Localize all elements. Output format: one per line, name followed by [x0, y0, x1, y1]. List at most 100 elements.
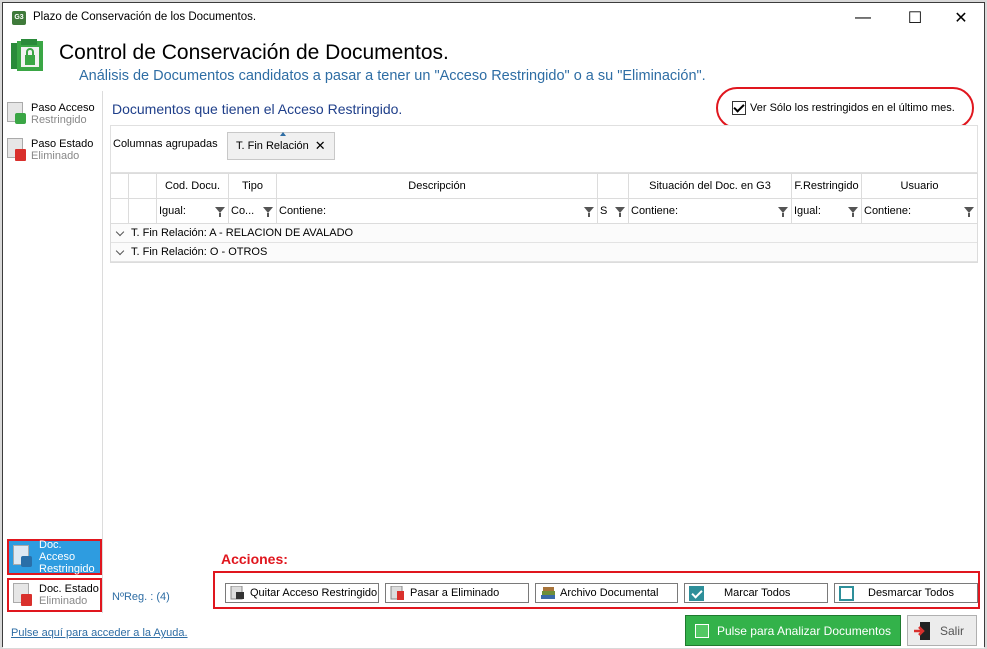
filter-cell: [129, 199, 157, 223]
sidebar-item-doc-acceso[interactable]: Doc. Acceso Restringido: [7, 539, 102, 575]
button-label: Salir: [940, 623, 965, 638]
filter-icon[interactable]: [615, 207, 625, 217]
column-header-cod-docu[interactable]: Cod. Docu.: [157, 174, 229, 198]
checkbox-label: Ver Sólo los restringidos en el último m…: [750, 102, 955, 114]
button-label: Archivo Documental: [560, 587, 659, 599]
column-header-situacion[interactable]: Situación del Doc. en G3: [629, 174, 792, 198]
filter-s[interactable]: S: [598, 199, 629, 223]
group-panel: Columnas agrupadas T. Fin Relación ✕: [110, 125, 978, 173]
main-window: G3 Plazo de Conservación de los Document…: [2, 2, 986, 648]
filter-icon[interactable]: [263, 207, 273, 217]
filter-cod-docu[interactable]: Igual:: [157, 199, 229, 223]
filter-operator: Co...: [231, 205, 255, 217]
sidebar-item-label: Doc. Acceso: [39, 539, 76, 563]
filter-descripcion[interactable]: Contiene:: [277, 199, 598, 223]
filter-tipo[interactable]: Co...: [229, 199, 277, 223]
window-title: Plazo de Conservación de los Documentos.: [33, 11, 257, 23]
exit-door-icon: [914, 621, 930, 640]
filter-situacion[interactable]: Contiene:: [629, 199, 792, 223]
maximize-button[interactable]: ☐: [892, 3, 938, 33]
filter-cell: [111, 199, 129, 223]
column-header-descripcion[interactable]: Descripción: [277, 174, 598, 198]
deselect-all-button[interactable]: Desmarcar Todos: [834, 583, 978, 603]
button-label: Pasar a Eliminado: [410, 587, 500, 599]
filter-icon[interactable]: [778, 207, 788, 217]
actions-toolbar: Quitar Acceso Restringido Pasar a Elimin…: [213, 571, 980, 609]
actions-label: Acciones:: [221, 551, 288, 567]
sort-asc-icon: [280, 132, 286, 136]
document-trash-icon: [7, 138, 27, 162]
sidebar-item-sublabel: Restringido: [39, 563, 95, 575]
sidebar-item-label: Paso Estado: [31, 138, 94, 150]
column-header-tipo[interactable]: Tipo: [229, 174, 277, 198]
checkbox-checked-icon: [689, 585, 704, 601]
button-label: Desmarcar Todos: [868, 587, 954, 599]
group-row[interactable]: T. Fin Relación: A - RELACION DE AVALADO: [111, 224, 977, 243]
sidebar-item-paso-estado[interactable]: Paso Estado Eliminado: [7, 133, 101, 167]
sidebar-item-paso-acceso[interactable]: Paso Acceso Restringido: [7, 97, 101, 131]
analyze-icon: [694, 623, 709, 638]
filter-icon[interactable]: [584, 207, 594, 217]
analyze-documents-button[interactable]: Pulse para Analizar Documentos: [685, 615, 901, 646]
sidebar-item-sublabel: Eliminado: [31, 150, 80, 162]
column-header-f-restringido[interactable]: F.Restringido: [792, 174, 862, 198]
panel-title: Documentos que tienen el Acceso Restring…: [112, 101, 403, 117]
sidebar-item-label: Doc. Estado: [39, 583, 99, 595]
main-panel: Documentos que tienen el Acceso Restring…: [104, 87, 986, 613]
remove-restricted-access-button[interactable]: Quitar Acceso Restringido: [225, 583, 379, 603]
chevron-down-icon[interactable]: [115, 246, 125, 255]
chevron-down-icon[interactable]: [115, 227, 125, 236]
document-lock-icon: [230, 586, 244, 600]
filter-operator: Contiene:: [631, 205, 679, 217]
documents-grid: Cod. Docu. Tipo Descripción Situación de…: [110, 173, 978, 263]
filter-f-restringido[interactable]: Igual:: [792, 199, 862, 223]
document-lock-icon: [13, 545, 33, 569]
filter-operator: Contiene:: [864, 205, 912, 217]
select-all-button[interactable]: Marcar Todos: [684, 583, 828, 603]
books-icon: [541, 587, 555, 599]
help-link[interactable]: Pulse aquí para acceder a la Ayuda.: [11, 627, 188, 639]
button-label: Pulse para Analizar Documentos: [716, 623, 892, 638]
document-trash-icon: [390, 586, 404, 600]
record-count: NºReg. : (4): [112, 591, 170, 603]
page-title: Control de Conservación de Documentos.: [59, 41, 449, 64]
filter-icon[interactable]: [848, 207, 858, 217]
group-panel-label: Columnas agrupadas: [113, 138, 218, 150]
group-chip[interactable]: T. Fin Relación ✕: [227, 132, 335, 160]
column-header-usuario[interactable]: Usuario: [862, 174, 977, 198]
restricted-last-month-checkbox[interactable]: Ver Sólo los restringidos en el último m…: [716, 87, 974, 129]
filter-operator: Igual:: [159, 205, 186, 217]
documents-lock-icon: [11, 39, 43, 71]
document-trash-icon: [13, 583, 33, 607]
sidebar-item-sublabel: Eliminado: [39, 595, 88, 607]
column-header[interactable]: [129, 174, 157, 198]
exit-button[interactable]: Salir: [907, 615, 977, 646]
move-to-deleted-button[interactable]: Pasar a Eliminado: [385, 583, 529, 603]
close-button[interactable]: ✕: [938, 3, 984, 33]
minimize-button[interactable]: —: [840, 3, 886, 33]
filter-usuario[interactable]: Contiene:: [862, 199, 977, 223]
sidebar-item-label: Paso Acceso: [31, 102, 95, 114]
remove-group-icon[interactable]: ✕: [315, 138, 326, 154]
checkbox-checked-icon[interactable]: [732, 101, 746, 115]
group-row-label: T. Fin Relación: O - OTROS: [131, 246, 268, 258]
footer: Pulse aquí para acceder a la Ayuda. Puls…: [3, 613, 984, 648]
grid-filter-row: Igual: Co... Contiene: S Contiene: Igual…: [111, 199, 977, 224]
sidebar: Paso Acceso Restringido Paso Estado Elimin…: [3, 91, 103, 613]
document-lock-icon: [7, 102, 27, 126]
button-label: Marcar Todos: [724, 587, 791, 599]
button-label: Quitar Acceso Restringido: [250, 587, 378, 599]
filter-icon[interactable]: [964, 207, 974, 217]
filter-operator: S: [600, 205, 608, 217]
column-header[interactable]: [111, 174, 129, 198]
filter-operator: Contiene:: [279, 205, 327, 217]
header: Control de Conservación de Documentos. A…: [3, 33, 984, 91]
group-row[interactable]: T. Fin Relación: O - OTROS: [111, 243, 977, 262]
page-subtitle: Análisis de Documentos candidatos a pasa…: [79, 68, 706, 84]
column-header[interactable]: [598, 174, 629, 198]
document-archive-button[interactable]: Archivo Documental: [535, 583, 678, 603]
filter-icon[interactable]: [215, 207, 225, 217]
sidebar-item-doc-estado[interactable]: Doc. Estado Eliminado: [7, 578, 102, 612]
grid-header-row: Cod. Docu. Tipo Descripción Situación de…: [111, 174, 977, 199]
group-row-label: T. Fin Relación: A - RELACION DE AVALADO: [131, 227, 354, 239]
